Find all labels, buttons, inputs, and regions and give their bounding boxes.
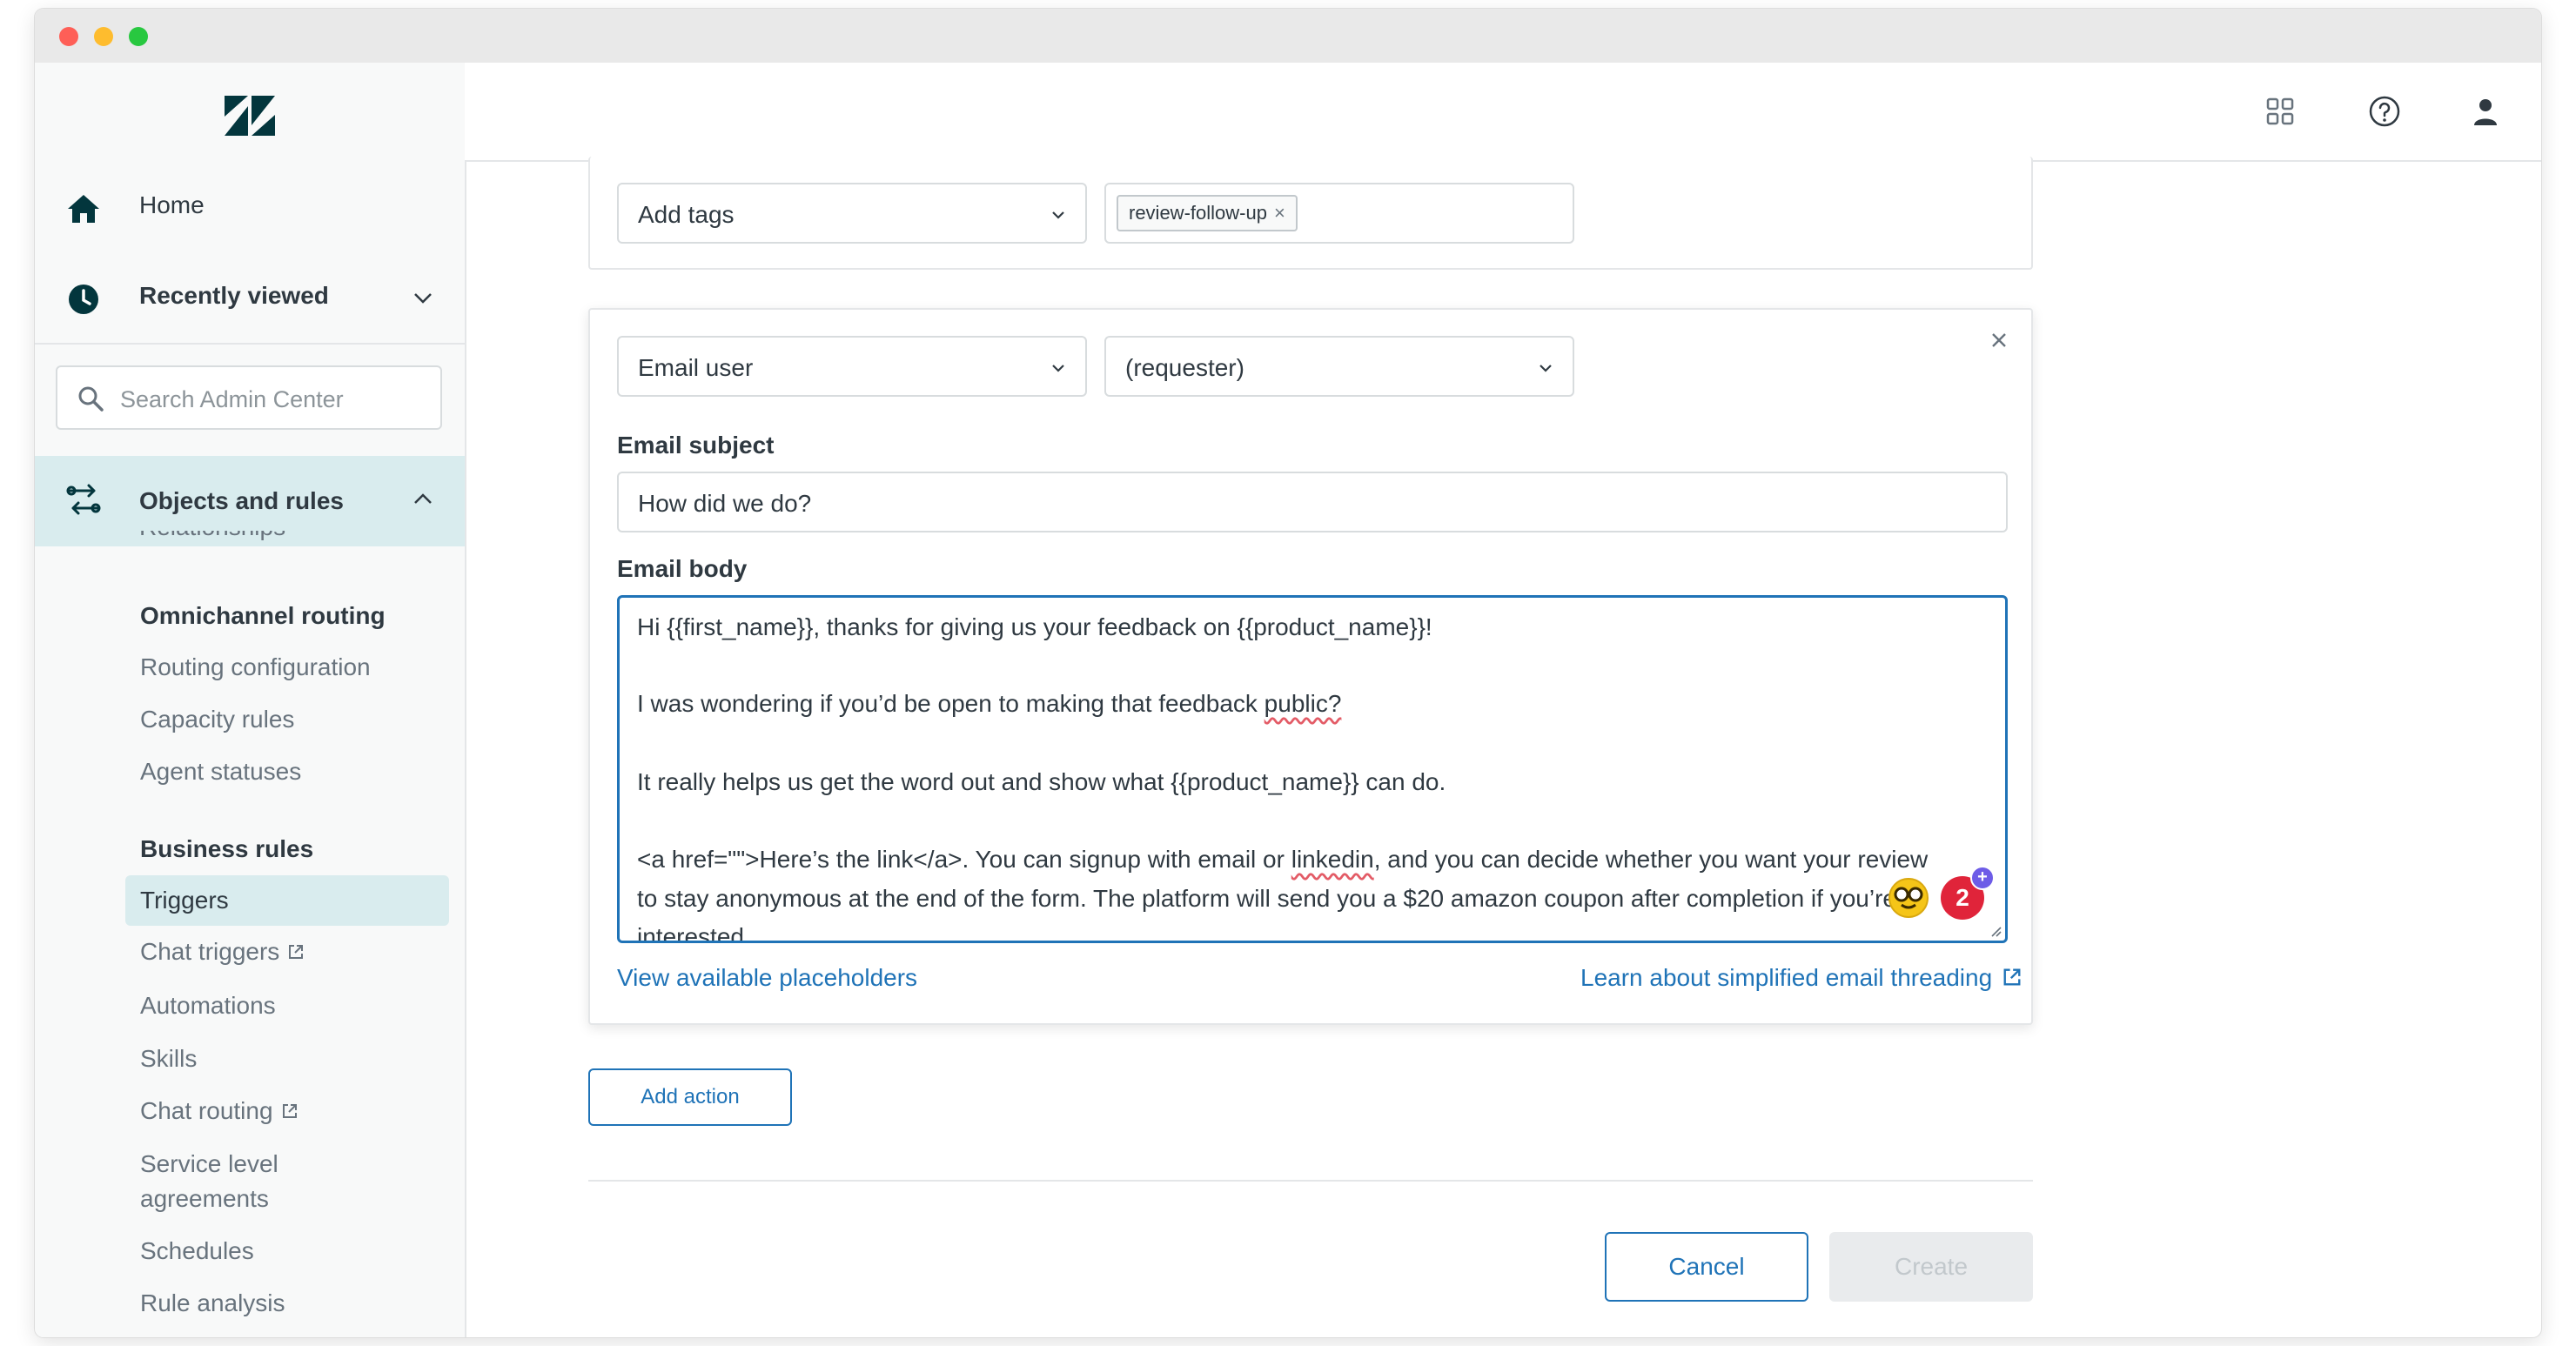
email-body-textarea[interactable]: Hi {{first_name}}, thanks for giving us … (617, 595, 2008, 943)
email-subject-label: Email subject (617, 432, 775, 459)
chevron-down-icon (1052, 365, 1064, 372)
nav-home-label: Home (139, 191, 205, 218)
sidebar-item-chat-routing[interactable]: Chat routing (140, 1097, 299, 1125)
action-card-add-tags: Add tags review-follow-up × (588, 157, 2033, 270)
clock-icon (69, 285, 98, 314)
sidebar-item-chat-triggers[interactable]: Chat triggers (140, 938, 305, 966)
resize-handle-icon[interactable] (1988, 923, 2002, 937)
help-icon[interactable] (2367, 94, 2402, 129)
maximize-window-button[interactable] (129, 27, 148, 46)
sidebar-item-schedules[interactable]: Schedules (140, 1237, 254, 1265)
sidebar-item-automations[interactable]: Automations (140, 992, 276, 1020)
close-window-button[interactable] (59, 27, 78, 46)
search-box[interactable] (56, 365, 442, 430)
email-threading-link[interactable]: Learn about simplified email threading (1580, 964, 2023, 992)
sidebar-item-rule-analysis[interactable]: Rule analysis (140, 1289, 285, 1317)
home-icon (68, 195, 99, 223)
footer-divider (588, 1180, 2033, 1182)
remove-action-close-icon[interactable] (1988, 329, 2010, 352)
email-body-line: to stay anonymous at the end of the form… (637, 885, 1896, 912)
nav-home[interactable]: Home (35, 172, 465, 242)
sidebar-item-capacity-rules[interactable]: Capacity rules (140, 706, 294, 733)
email-subject-input[interactable]: How did we do? (617, 472, 2008, 532)
title-bar (35, 9, 2541, 64)
sidebar-item-cutoff[interactable]: Relationships (139, 531, 400, 545)
view-placeholders-link[interactable]: View available placeholders (617, 964, 917, 992)
tags-input[interactable]: review-follow-up × (1104, 183, 1574, 244)
sidebar-item-agent-statuses[interactable]: Agent statuses (140, 758, 301, 786)
sidebar-divider (35, 343, 465, 345)
external-link-icon (289, 945, 304, 959)
sidebar-item-triggers[interactable]: Triggers (125, 875, 449, 926)
nav-recently-viewed[interactable]: Recently viewed (35, 263, 465, 332)
external-link-icon (282, 1104, 297, 1118)
nav-objects-and-rules-label: Objects and rules (139, 487, 344, 514)
products-grid-icon[interactable] (2263, 94, 2298, 129)
create-button[interactable]: Create (1829, 1232, 2033, 1302)
action-type-select[interactable]: Email user (617, 336, 1087, 397)
email-body-line: <a href="">Here’s the link</a>. You can … (637, 846, 1929, 873)
nerd-emoji-icon (1888, 878, 1929, 918)
user-profile-icon[interactable] (2468, 94, 2503, 129)
glasses-icon (1894, 887, 1923, 909)
browser-window: Home Recently viewed Search Admin Center… (35, 9, 2541, 1337)
badge-plus-icon[interactable]: + (1970, 866, 1995, 890)
chevron-down-icon (1052, 211, 1064, 219)
email-body-line: interested (637, 923, 744, 943)
email-recipient-select[interactable]: (requester) (1104, 336, 1574, 397)
zendesk-logo[interactable] (225, 96, 275, 136)
sidebar-item-skills[interactable]: Skills (140, 1045, 197, 1073)
sidebar-item-service-level-cont[interactable]: agreements (140, 1185, 269, 1213)
email-body-line: I was wondering if you’d be open to maki… (637, 690, 1342, 717)
chevron-up-icon[interactable] (411, 487, 435, 512)
nav-recently-viewed-label: Recently viewed (139, 282, 329, 309)
sidebar-item-routing-configuration[interactable]: Routing configuration (140, 653, 371, 681)
remove-tag-icon[interactable]: × (1274, 197, 1285, 230)
sidebar-heading-omnichannel: Omnichannel routing (140, 602, 386, 629)
external-link-icon (2003, 968, 2021, 986)
email-body-line: It really helps us get the word out and … (637, 768, 1446, 795)
email-body-line: Hi {{first_name}}, thanks for giving us … (637, 613, 1432, 640)
cancel-button[interactable]: Cancel (1605, 1232, 1808, 1302)
tag-chip[interactable]: review-follow-up × (1117, 195, 1298, 231)
sidebar-heading-business-rules: Business rules (140, 835, 314, 862)
action-type-select[interactable]: Add tags (617, 183, 1087, 244)
minimize-window-button[interactable] (94, 27, 113, 46)
add-action-button[interactable]: Add action (588, 1068, 792, 1126)
top-bar (465, 63, 2541, 162)
search-icon (78, 386, 104, 412)
sidebar-item-service-level[interactable]: Service level (140, 1150, 278, 1178)
objects-rules-icon (66, 484, 101, 515)
chevron-down-icon[interactable] (411, 285, 435, 310)
action-card-email-user: Email user (requester) Email subject How… (588, 308, 2033, 1025)
email-body-label: Email body (617, 555, 748, 582)
sidebar: Home Recently viewed Search Admin Center… (35, 63, 466, 1337)
chevron-down-icon (1540, 365, 1552, 372)
search-input[interactable] (118, 379, 426, 419)
